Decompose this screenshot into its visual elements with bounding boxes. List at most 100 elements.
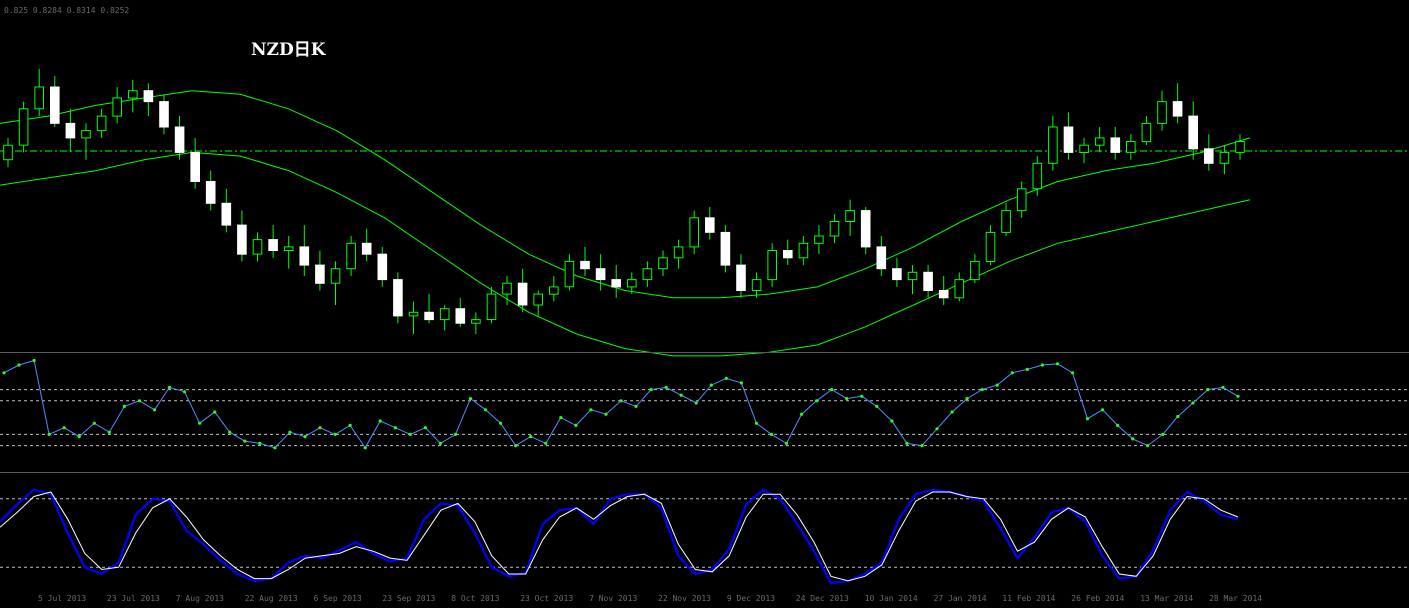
oscillator-1-point [363,446,367,450]
oscillator-1-point [288,430,292,434]
oscillator-1-point [950,410,954,414]
candle-bull [985,231,996,262]
oscillator-1-point [709,383,713,387]
oscillator-1-point [273,446,277,450]
candle-bull [814,235,824,244]
candle-bear [517,282,528,306]
oscillator-1-point [754,421,759,425]
oscillator-1-point [724,376,728,380]
candle-bear [455,308,466,324]
candle-bull [533,293,544,306]
candle-bear [299,246,310,266]
candle-bear [315,264,325,284]
candle-bull [1032,162,1043,190]
oscillator-1-point [830,388,834,392]
oscillator-1-point [1236,394,1240,398]
oscillator-1-point [1116,423,1120,427]
oscillator-1-point [544,441,548,445]
candle-bear [50,86,60,124]
envelope-upper-line [0,90,1251,299]
oscillator-1-point [784,441,789,445]
oscillator-1-point [739,381,744,385]
oscillator-1-point [107,430,111,434]
candle-bull [751,279,762,292]
candle-bull [1079,144,1089,153]
candle-bear [377,253,388,281]
oscillator-1-point [303,435,307,439]
candle-bear [736,264,746,292]
candle-bear [65,122,76,139]
oscillator-1-point [1146,444,1150,448]
oscillator-1-point [1025,367,1029,371]
oscillator-1-point [980,388,984,392]
candle-bear [205,181,216,204]
oscillator-1-point [348,423,352,427]
time-axis-label: 5 Jul 2013 [38,594,86,603]
oscillator-1-point [1010,371,1014,375]
time-axis-label: 7 Nov 2013 [589,594,637,603]
oscillator-1-point [619,399,623,403]
time-axis-label: 22 Nov 2013 [658,594,711,603]
candle-bull [502,282,512,295]
candle-bull [252,239,263,255]
candle-bear [1172,101,1183,117]
candle-bull [96,115,107,132]
oscillator-1-point [32,358,36,363]
candle-bear [892,268,902,281]
oscillator-1-point [77,435,81,439]
time-axis-label: 24 Dec 2013 [796,594,849,603]
chart-area: 5 Jul 2013 23 Jul 2013 7 Aug 2013 22 Aug 20… [0,0,1409,604]
time-axis-label: 7 Aug 2013 [176,594,224,603]
envelope-lower-line [0,151,1251,357]
oscillator-1-point [1085,417,1090,421]
oscillator-1-point [167,385,172,389]
oscillator-1-point [243,439,247,443]
oscillator-1-point [920,444,924,448]
oscillator-1-point [1070,371,1075,375]
candle-bull [112,97,123,117]
candle-bull [1235,141,1245,153]
candle-bull [907,271,918,281]
oscillator-1-point [152,408,157,412]
oscillator-1-point [649,388,653,392]
oscillator-1-point [800,412,804,416]
oscillator-1-point [634,404,638,408]
candle-bear [580,260,590,270]
oscillator-1-point [62,426,66,430]
oscillator-1-point [694,401,698,405]
oscillator-1-point [2,371,6,375]
candle-bear [1063,126,1074,153]
candle-bear [268,239,278,252]
oscillator-1-point [589,408,593,412]
oscillator-1-point [860,394,864,398]
oscillator-1-point [574,423,578,427]
candle-bull [1141,122,1152,143]
oscillator-1-point [228,430,232,434]
candle-bear [174,126,185,153]
candle-bull [34,86,45,110]
oscillator-1-point [1040,363,1044,367]
candle-bull [642,268,653,281]
oscillator-1-point [438,441,442,445]
chart-svg: 5 Jul 2013 23 Jul 2013 7 Aug 2013 22 Aug 20… [0,68,1409,603]
oscillator-1-point [183,390,187,394]
oscillator-1-point [1101,408,1105,412]
oscillator-1-point [965,397,969,401]
candle-bull [346,242,356,270]
candle-bear [783,250,793,259]
oscillator-1-point [408,432,412,436]
time-axis-label: 11 Feb 2014 [1002,594,1055,603]
oscillator-1-point [769,432,774,436]
candle-bear [159,101,169,128]
candle-bull [1126,141,1136,153]
candle-bear [876,246,887,270]
candle-bear [1188,115,1199,150]
oscillator-1-point [905,441,909,445]
candle-bull [283,246,294,251]
oscillator-1-point [333,432,337,436]
candle-bear [1204,148,1214,164]
oscillator-1-point [845,397,849,401]
candle-bull [970,260,980,281]
oscillator-1-point [484,408,488,412]
candle-bull [673,246,684,259]
